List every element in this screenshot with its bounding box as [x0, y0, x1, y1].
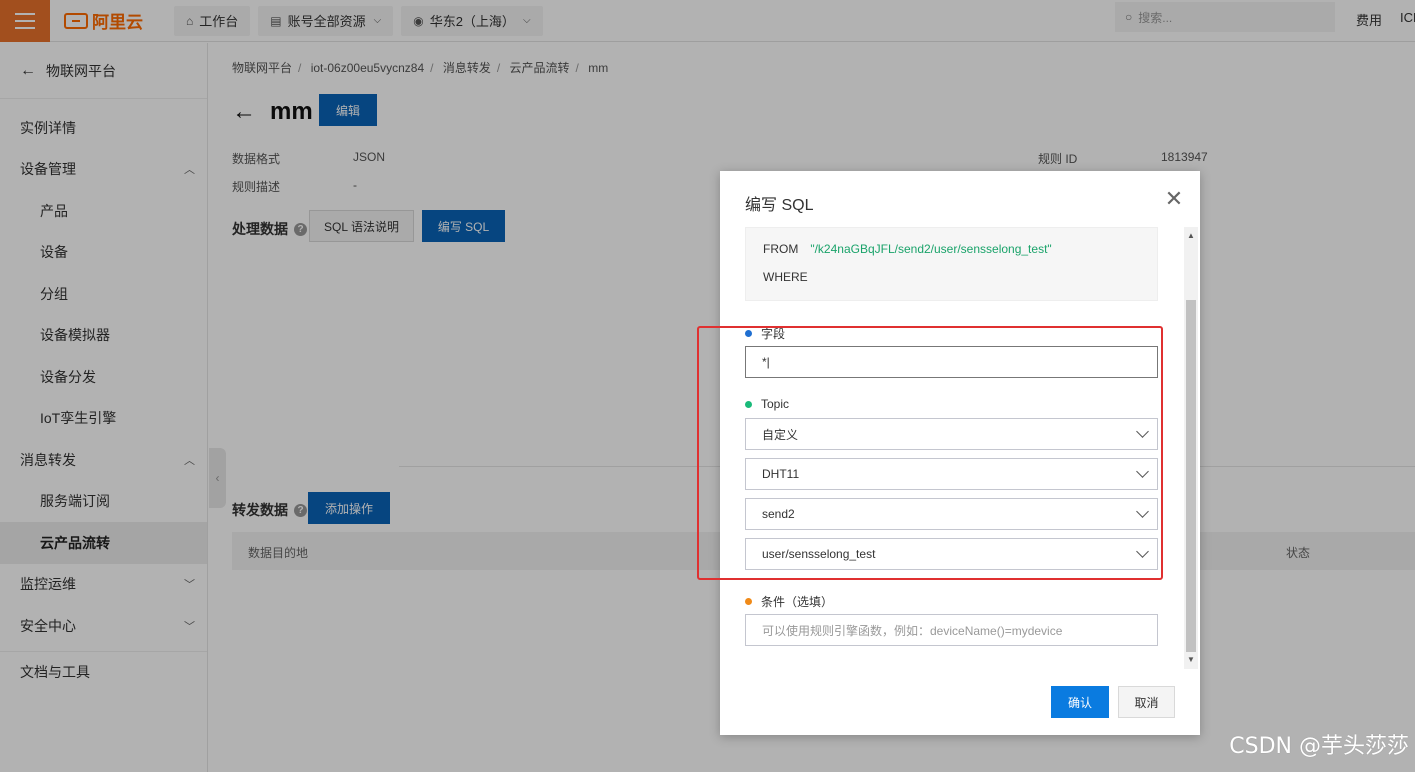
- product-select[interactable]: DHT11: [745, 458, 1158, 490]
- chevron-down-icon: [1137, 467, 1147, 477]
- close-icon[interactable]: ✕: [1162, 187, 1186, 211]
- topic-type-select[interactable]: 自定义: [745, 418, 1158, 450]
- condition-label: 条件（选填）: [745, 593, 833, 610]
- modal-overlay: [0, 0, 1415, 772]
- field-label-text: 字段: [761, 327, 786, 341]
- sql-where-keyword: WHERE: [763, 270, 808, 284]
- scroll-down-icon[interactable]: ▼: [1184, 653, 1198, 667]
- topic-type-value: 自定义: [762, 427, 799, 442]
- condition-placeholder: 可以使用规则引擎函数，例如：deviceName()=mydevice: [762, 623, 1063, 638]
- sql-from-line: FROM "/k24naGBqJFL/send2/user/sensselong_…: [763, 242, 1052, 256]
- chevron-down-icon: [1137, 547, 1147, 557]
- dialog-body: FROM "/k24naGBqJFL/send2/user/sensselong_…: [720, 227, 1200, 669]
- field-dot-icon: [745, 330, 752, 337]
- chevron-down-icon: [1137, 427, 1147, 437]
- condition-label-text: 条件（选填）: [761, 595, 834, 609]
- condition-dot-icon: [745, 598, 752, 605]
- field-label: 字段: [745, 325, 785, 342]
- product-value: DHT11: [762, 467, 800, 481]
- field-input[interactable]: *|: [745, 346, 1158, 378]
- topic-dot-icon: [745, 400, 752, 408]
- condition-input[interactable]: 可以使用规则引擎函数，例如：deviceName()=mydevice: [745, 614, 1158, 646]
- topic-label-text: Topic: [761, 397, 790, 411]
- sql-from-keyword: FROM: [763, 242, 799, 256]
- cancel-button[interactable]: 取消: [1118, 686, 1175, 718]
- topic-label: Topic: [745, 397, 789, 411]
- device-value: send2: [762, 507, 795, 521]
- device-select[interactable]: send2: [745, 498, 1158, 530]
- topic-path-value: user/sensselong_test: [762, 547, 876, 561]
- scroll-up-icon[interactable]: ▲: [1184, 229, 1198, 243]
- dialog-scrollbar[interactable]: ▲ ▼: [1184, 227, 1198, 669]
- sql-from-topic: "/k24naGBqJFL/send2/user/sensselong_test…: [810, 242, 1052, 256]
- sql-preview: FROM "/k24naGBqJFL/send2/user/sensselong_…: [745, 227, 1158, 301]
- dialog-title: 编写 SQL: [745, 197, 814, 214]
- confirm-button[interactable]: 确认: [1051, 686, 1109, 718]
- write-sql-dialog: 编写 SQL ✕ FROM "/k24naGBqJFL/send2/user/se…: [720, 171, 1200, 735]
- chevron-down-icon: [1137, 507, 1147, 517]
- topic-path-select[interactable]: user/sensselong_test: [745, 538, 1158, 570]
- scrollbar-thumb[interactable]: [1186, 300, 1196, 652]
- watermark: CSDN @芋头莎莎: [1229, 734, 1409, 759]
